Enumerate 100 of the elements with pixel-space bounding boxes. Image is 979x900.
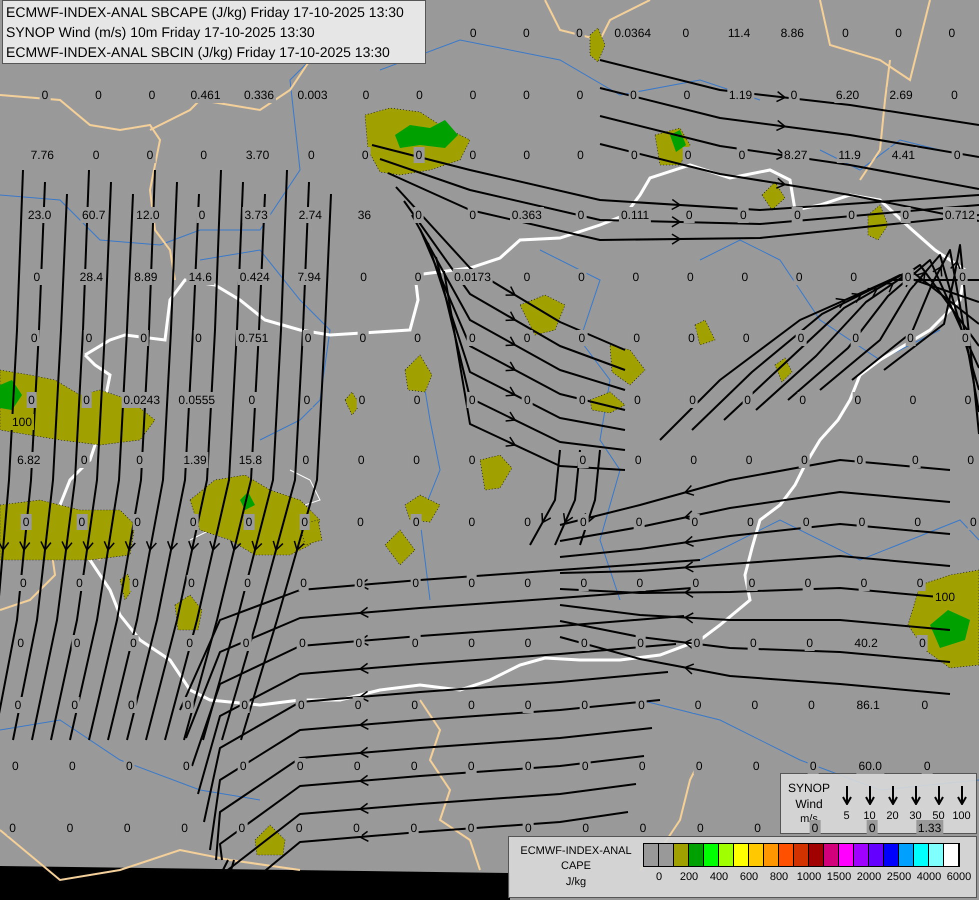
- cin-value: 0: [960, 330, 971, 346]
- cin-value: 0: [128, 635, 139, 651]
- cin-value: 0: [302, 330, 314, 346]
- cin-value: 0: [182, 697, 194, 713]
- legend-title: ECMWF-INDEX-ANAL: [520, 844, 632, 859]
- cin-value: 6.82: [15, 452, 42, 468]
- cin-value: 0: [576, 330, 588, 346]
- cin-value: 0: [188, 514, 199, 530]
- title-line: ECMWF-INDEX-ANAL SBCAPE (J/kg) Friday 17-10-2025 13:30: [6, 3, 405, 22]
- cin-value: 12.0: [134, 207, 162, 223]
- cin-value: 0: [32, 269, 42, 285]
- cin-value: 0: [12, 697, 24, 713]
- cin-value: 0: [738, 207, 749, 223]
- legend-title: SYNOP: [788, 780, 830, 796]
- cin-value: 0: [242, 575, 253, 591]
- cin-value: 0: [126, 697, 137, 713]
- cin-value: 0: [957, 269, 968, 285]
- cin-value: 0: [413, 207, 424, 223]
- cin-value: 0: [184, 635, 196, 651]
- cin-value: 0: [792, 207, 803, 223]
- cin-value: 1.39: [181, 452, 209, 468]
- cin-value: 0: [905, 330, 916, 346]
- cin-value: 0: [850, 330, 862, 346]
- legend-title: Wind: [795, 796, 823, 812]
- cin-value: 0: [466, 392, 478, 408]
- cin-value: 0: [236, 820, 248, 836]
- cin-value: 0: [902, 269, 914, 285]
- cin-value: 0: [134, 452, 145, 468]
- cin-value: 0.751: [236, 330, 270, 346]
- legend-tick: 600: [740, 872, 758, 883]
- cin-value: 0: [26, 392, 37, 408]
- contour-label: 100: [10, 414, 34, 430]
- legend-tick: 2000: [856, 872, 882, 883]
- legend-title: CAPE: [561, 859, 591, 874]
- cin-value: 0: [692, 635, 702, 651]
- legend-speed: 100: [952, 811, 971, 822]
- cin-value: 0: [138, 330, 150, 346]
- cin-value: 0: [196, 207, 208, 223]
- wind-arrow-icon: [956, 785, 966, 805]
- cin-value: 28.4: [78, 269, 106, 285]
- cin-value: 0.424: [238, 269, 272, 285]
- cin-value: 0: [796, 330, 806, 346]
- cin-value: 0.0173: [452, 269, 493, 285]
- legend-tick: 2500: [886, 872, 912, 883]
- cin-value: 0: [578, 514, 589, 530]
- wind-arrow-icon: [888, 785, 898, 805]
- cin-value: 0: [917, 635, 928, 651]
- cin-value: 0: [246, 392, 258, 408]
- legend-speed: 5: [843, 811, 850, 822]
- cin-value: 1.33: [916, 820, 944, 836]
- cin-value: 0: [72, 635, 82, 651]
- cin-value: 0: [18, 575, 29, 591]
- cin-value: 0: [20, 514, 32, 530]
- cin-value: 0: [799, 452, 810, 468]
- cin-value: 0: [410, 514, 422, 530]
- cin-value: 15.8: [236, 452, 264, 468]
- cin-value: 0.0243: [121, 392, 162, 408]
- cin-value: 23.0: [26, 207, 54, 223]
- cin-value: 0.363: [510, 207, 544, 223]
- legend-tick: 800: [770, 872, 788, 883]
- legend-tick: 200: [680, 872, 698, 883]
- cin-value: 0: [132, 514, 143, 530]
- cin-value: 0: [28, 330, 40, 346]
- legend-tick: 6000: [946, 872, 972, 883]
- legend-tick: 1500: [826, 872, 852, 883]
- cin-value: 7.94: [295, 269, 323, 285]
- title-line: ECMWF-INDEX-ANAL SBCIN (J/kg) Friday 17-10-2025 13:30: [6, 43, 391, 62]
- cin-value: 0.712: [942, 207, 977, 223]
- cin-value: 0: [81, 392, 92, 408]
- cin-value: 0: [239, 697, 250, 713]
- cin-value: 0: [414, 147, 424, 163]
- cin-value: 0: [635, 635, 646, 651]
- legend-speed: 30: [909, 811, 922, 822]
- legend-speed: 20: [886, 811, 899, 822]
- wind-arrow-icon: [934, 785, 944, 805]
- cin-value: 3.73: [242, 207, 270, 223]
- legend-tick: 1000: [796, 872, 822, 883]
- cin-value: 0: [694, 758, 705, 774]
- cin-value: 0: [76, 514, 88, 530]
- wind-arrow-icon: [842, 785, 852, 805]
- cin-value: 14.6: [186, 269, 214, 285]
- cin-value: 0: [299, 514, 310, 530]
- cin-value: 8.89: [132, 269, 160, 285]
- wind-arrow-icon: [910, 785, 920, 805]
- title-line: SYNOP Wind (m/s) 10m Friday 17-10-2025 13:30: [6, 23, 316, 42]
- cin-value: 0: [866, 820, 878, 836]
- cin-value: 0: [810, 820, 820, 836]
- legend-speed: 10: [863, 811, 876, 822]
- legend-tick: 0: [656, 872, 662, 883]
- cin-value: 0.111: [618, 207, 652, 223]
- cin-value: 0: [578, 452, 588, 468]
- cin-value: 2.74: [296, 207, 324, 223]
- wind-arrow-icon: [864, 785, 874, 805]
- cin-value: 0: [746, 575, 758, 591]
- legend-unit: J/kg: [566, 875, 586, 890]
- cin-value: 60.7: [80, 207, 108, 223]
- legend-tick: 400: [710, 872, 728, 883]
- cin-value: 0: [244, 514, 254, 530]
- cin-value: 0: [74, 575, 85, 591]
- legend-tick: 4000: [916, 872, 942, 883]
